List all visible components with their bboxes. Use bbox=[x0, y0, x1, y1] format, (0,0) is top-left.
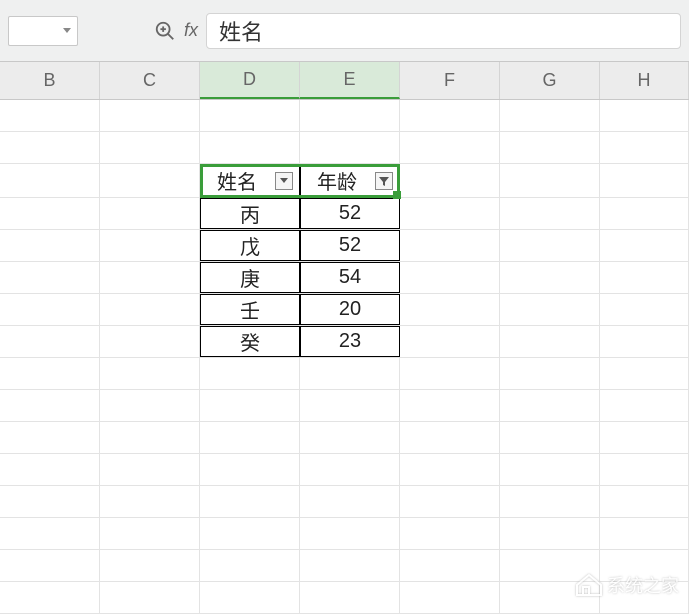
zoom-icon[interactable] bbox=[154, 20, 176, 42]
cell-age[interactable]: 20 bbox=[300, 294, 400, 325]
table-header-name[interactable]: 姓名 bbox=[200, 164, 300, 197]
chevron-down-icon bbox=[63, 28, 71, 33]
cell-name[interactable]: 庚 bbox=[200, 262, 300, 293]
col-header-B[interactable]: B bbox=[0, 62, 100, 99]
cell-name[interactable]: 壬 bbox=[200, 294, 300, 325]
col-header-E[interactable]: E bbox=[300, 62, 400, 99]
col-header-C[interactable]: C bbox=[100, 62, 200, 99]
col-header-G[interactable]: G bbox=[500, 62, 600, 99]
grid-row[interactable] bbox=[0, 486, 689, 518]
table-row[interactable]: 丙 52 bbox=[0, 198, 689, 230]
grid-row[interactable] bbox=[0, 132, 689, 164]
cell-age[interactable]: 52 bbox=[300, 230, 400, 261]
watermark-text: 系统之家 bbox=[607, 572, 679, 598]
fx-icon[interactable]: fx bbox=[184, 20, 198, 41]
formula-value: 姓名 bbox=[219, 15, 263, 47]
cell-name[interactable]: 戊 bbox=[200, 230, 300, 261]
grid-row[interactable] bbox=[0, 358, 689, 390]
table-row[interactable]: 壬 20 bbox=[0, 294, 689, 326]
grid-row[interactable] bbox=[0, 518, 689, 550]
table-header-label: 姓名 bbox=[201, 166, 273, 195]
grid-row[interactable] bbox=[0, 422, 689, 454]
cell-age[interactable]: 54 bbox=[300, 262, 400, 293]
formula-input[interactable]: 姓名 bbox=[206, 13, 681, 49]
name-box[interactable] bbox=[8, 16, 78, 46]
table-header-row[interactable]: 姓名 年龄 bbox=[0, 164, 689, 198]
grid-row[interactable] bbox=[0, 454, 689, 486]
column-headers: B C D E F G H bbox=[0, 62, 689, 100]
cell-name[interactable]: 丙 bbox=[200, 198, 300, 229]
col-header-H[interactable]: H bbox=[600, 62, 689, 99]
spreadsheet-grid[interactable]: B C D E F G H 姓名 年龄 bbox=[0, 62, 689, 614]
grid-row[interactable] bbox=[0, 100, 689, 132]
table-row[interactable]: 癸 23 bbox=[0, 326, 689, 358]
table-header-label: 年龄 bbox=[301, 166, 373, 195]
filter-dropdown-icon[interactable] bbox=[275, 172, 293, 190]
col-header-D[interactable]: D bbox=[200, 62, 300, 99]
table-header-age[interactable]: 年龄 bbox=[300, 164, 400, 197]
grid-row[interactable] bbox=[0, 390, 689, 422]
table-row[interactable]: 庚 54 bbox=[0, 262, 689, 294]
cell-age[interactable]: 23 bbox=[300, 326, 400, 357]
formula-bar: fx 姓名 bbox=[0, 0, 689, 62]
filter-active-icon[interactable] bbox=[375, 172, 393, 190]
cell-name[interactable]: 癸 bbox=[200, 326, 300, 357]
col-header-F[interactable]: F bbox=[400, 62, 500, 99]
watermark: 系统之家 bbox=[575, 572, 679, 598]
table-row[interactable]: 戊 52 bbox=[0, 230, 689, 262]
grid-rows: 姓名 年龄 丙 52 戊 52 bbox=[0, 100, 689, 614]
fx-icons: fx bbox=[154, 20, 198, 42]
cell-age[interactable]: 52 bbox=[300, 198, 400, 229]
